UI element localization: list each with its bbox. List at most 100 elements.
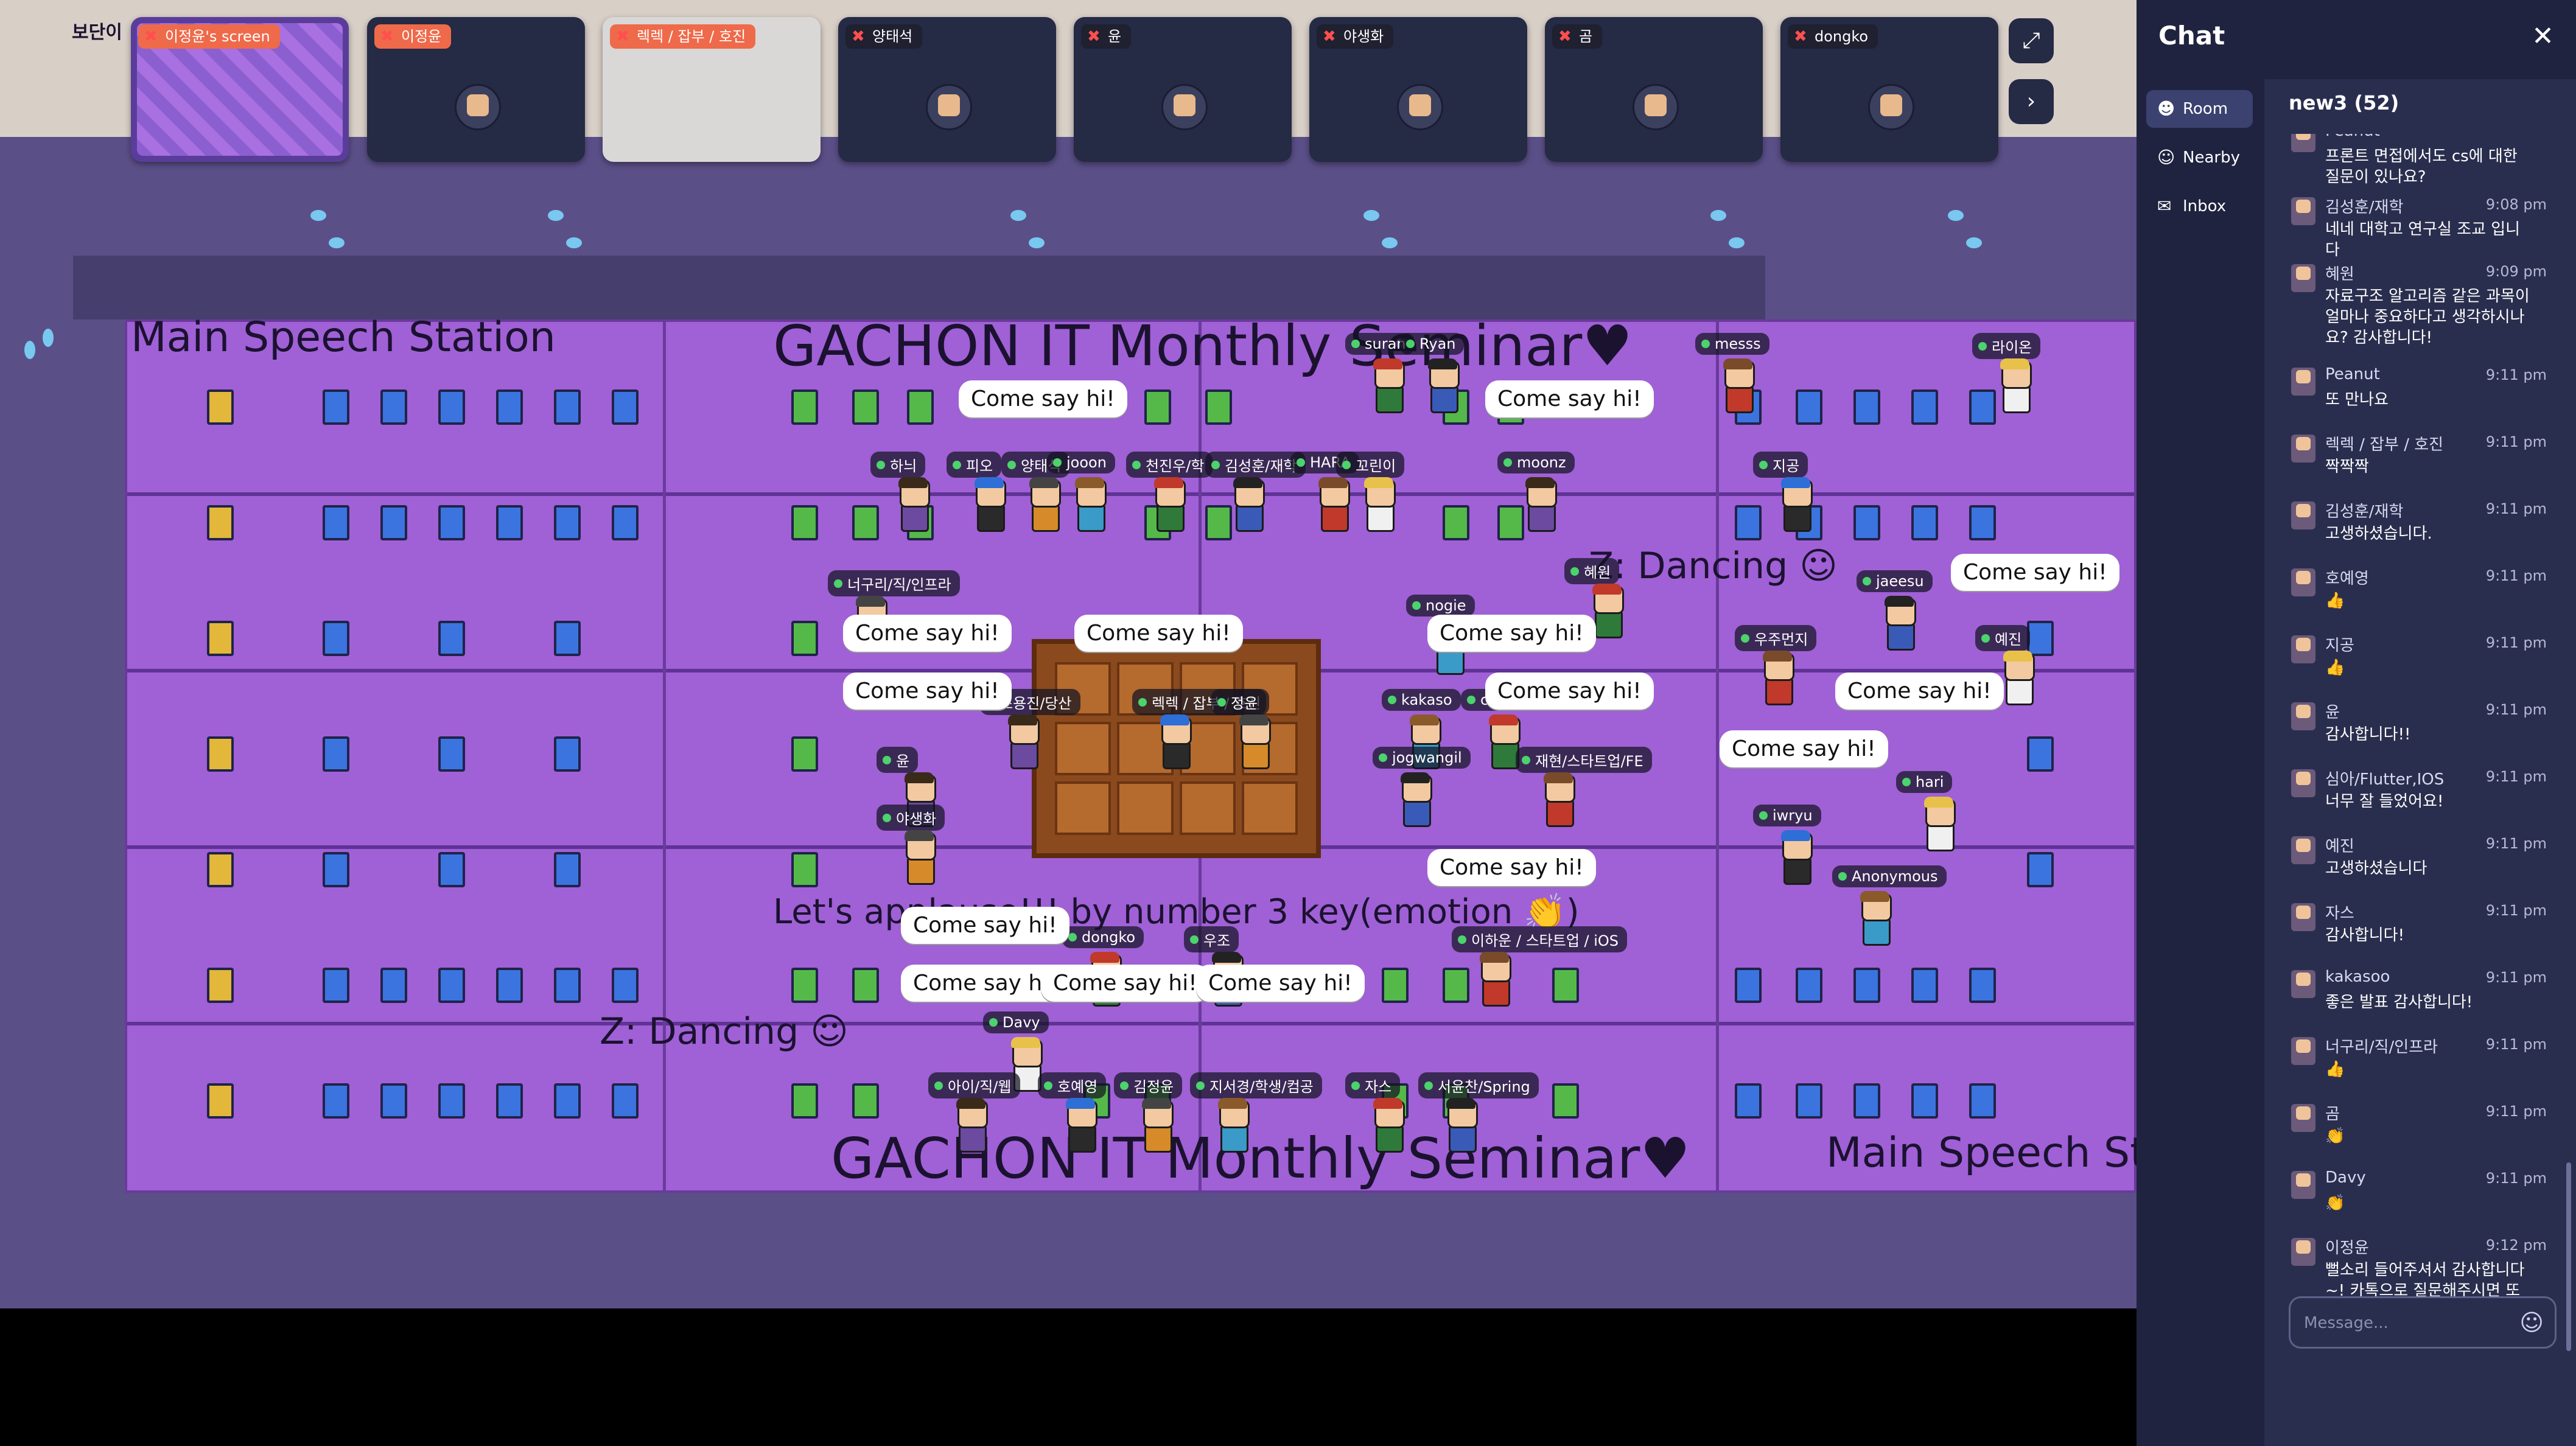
footprint-decor <box>1363 210 1379 221</box>
chair <box>1735 968 1762 1003</box>
video-tile-label: ✖ 양태석 <box>845 24 923 49</box>
avatar[interactable] <box>1857 891 1893 946</box>
avatar[interactable] <box>1138 1098 1175 1153</box>
avatar-nametag: 아이/직/웹 <box>928 1072 1020 1098</box>
avatar[interactable] <box>1759 651 1796 705</box>
avatar[interactable] <box>901 830 937 885</box>
avatar-body <box>1595 610 1623 638</box>
expand-strip-button[interactable]: ⤢ <box>2009 18 2054 63</box>
tab-room[interactable]: ☻ Room <box>2146 90 2253 128</box>
chair <box>1552 968 1579 1003</box>
chair <box>612 505 639 540</box>
avatar[interactable] <box>1397 772 1433 827</box>
avatar[interactable] <box>1062 1098 1099 1153</box>
avatar-hair <box>898 477 928 488</box>
avatar[interactable] <box>1150 477 1187 532</box>
video-tile[interactable]: ✖ dongko <box>1780 17 1998 162</box>
avatar-body <box>1367 504 1395 532</box>
avatar-hair <box>1592 584 1622 595</box>
avatar-body <box>959 1125 987 1153</box>
video-tile[interactable]: ✖ 곰 <box>1545 17 1763 162</box>
chair <box>1911 389 1938 425</box>
avatar <box>1633 84 1679 130</box>
avatar[interactable] <box>1540 772 1577 827</box>
avatar <box>2291 368 2315 396</box>
message-input[interactable] <box>2303 1309 2512 1337</box>
chair <box>207 505 234 540</box>
avatar-hair <box>1428 358 1457 369</box>
avatar[interactable] <box>1443 1098 1479 1153</box>
avatar[interactable] <box>1920 797 1957 851</box>
avatar-nametag: hari <box>1896 771 1953 793</box>
avatar[interactable] <box>1370 1098 1406 1153</box>
chair <box>207 736 234 772</box>
chair <box>496 968 523 1003</box>
avatar[interactable] <box>1476 952 1513 1007</box>
video-tile[interactable]: ✖ 양태석 <box>838 17 1056 162</box>
avatar[interactable] <box>1881 596 1917 651</box>
avatar[interactable] <box>1370 358 1406 413</box>
message-author: Peanut <box>2325 365 2380 383</box>
avatar-body <box>1726 385 1754 413</box>
avatar[interactable] <box>1230 477 1266 532</box>
avatar[interactable] <box>1315 477 1351 532</box>
avatar[interactable] <box>1071 477 1108 532</box>
avatar-body <box>1321 504 1349 532</box>
strip-next-button[interactable]: › <box>2009 79 2054 124</box>
chat-main: new3 (52) Peanut 프론트 면접에서도 cs에 대한 질문이 있나요… <box>2264 79 2576 1446</box>
chat-panel[interactable]: Chat ✕ ☻ Room ☺ Nearby ✉ Inbox new3 (52)… <box>2137 0 2576 1446</box>
avatar[interactable] <box>1997 358 2033 413</box>
avatar <box>2291 568 2315 596</box>
message-time: 9:11 pm <box>2485 1103 2547 1120</box>
avatar[interactable] <box>1214 1098 1251 1153</box>
chair <box>612 1083 639 1119</box>
avatar-nametag: 김정윤 <box>1114 1072 1183 1098</box>
chair <box>1735 505 1762 540</box>
avatar[interactable] <box>971 477 1007 532</box>
chair <box>323 852 349 887</box>
avatar-nametag: messs <box>1695 333 1769 355</box>
avatar[interactable] <box>1522 477 1558 532</box>
avatar[interactable] <box>1236 714 1272 769</box>
avatar[interactable] <box>1720 358 1756 413</box>
avatar[interactable] <box>1777 477 1814 532</box>
video-tile-name: 윤 <box>1108 28 1122 45</box>
chair <box>1911 968 1938 1003</box>
avatar-nametag: 하늬 <box>870 452 926 478</box>
speech-bubble: Come say hi! <box>1720 730 1888 767</box>
avatar[interactable] <box>1777 830 1814 885</box>
avatar[interactable] <box>1004 714 1041 769</box>
avatar <box>2291 1171 2315 1199</box>
message-time: 9:11 pm <box>2485 835 2547 852</box>
avatar[interactable] <box>895 477 931 532</box>
avatar[interactable] <box>1360 477 1397 532</box>
chair <box>438 736 465 772</box>
chair <box>1735 1083 1762 1119</box>
speech-bubble: Come say hi! <box>1485 380 1654 417</box>
message-input-box[interactable]: ☺ <box>2289 1296 2557 1349</box>
message-time: 9:11 pm <box>2485 500 2547 517</box>
avatar[interactable] <box>2000 651 2036 705</box>
avatar-hair <box>975 477 1004 488</box>
avatar[interactable] <box>1157 714 1193 769</box>
avatar-body <box>1783 857 1811 885</box>
avatar[interactable] <box>953 1098 989 1153</box>
chat-scrollbar[interactable] <box>2566 1162 2571 1351</box>
game-map[interactable]: 보단이 Main Speech Station GACHON IT Monthl… <box>0 0 2137 1308</box>
video-tile[interactable]: ✖ 렉렉 / 잡부 / 호진 <box>603 17 821 162</box>
video-tile[interactable]: ✖ 이정윤's screen <box>131 17 349 162</box>
video-tile[interactable]: ✖ 윤 <box>1074 17 1292 162</box>
avatar <box>2291 435 2315 463</box>
video-tile[interactable]: ✖ 이정윤 <box>367 17 585 162</box>
close-chat-button[interactable]: ✕ <box>2532 21 2554 52</box>
chair <box>1205 389 1232 425</box>
tab-inbox[interactable]: ✉ Inbox <box>2146 187 2253 225</box>
tab-nearby[interactable]: ☺ Nearby <box>2146 139 2253 176</box>
video-tile-name: 렉렉 / 잡부 / 호진 <box>637 28 746 45</box>
video-tile[interactable]: ✖ 야생화 <box>1309 17 1527 162</box>
avatar[interactable] <box>1424 358 1461 413</box>
emoji-icon[interactable]: ☺ <box>2519 1309 2544 1336</box>
message-list[interactable]: Peanut 프론트 면접에서도 cs에 대한 질문이 있나요? 김성훈/재학 9:0… <box>2264 134 2576 1339</box>
avatar[interactable] <box>1026 477 1062 532</box>
avatar-hair <box>1090 952 1119 963</box>
